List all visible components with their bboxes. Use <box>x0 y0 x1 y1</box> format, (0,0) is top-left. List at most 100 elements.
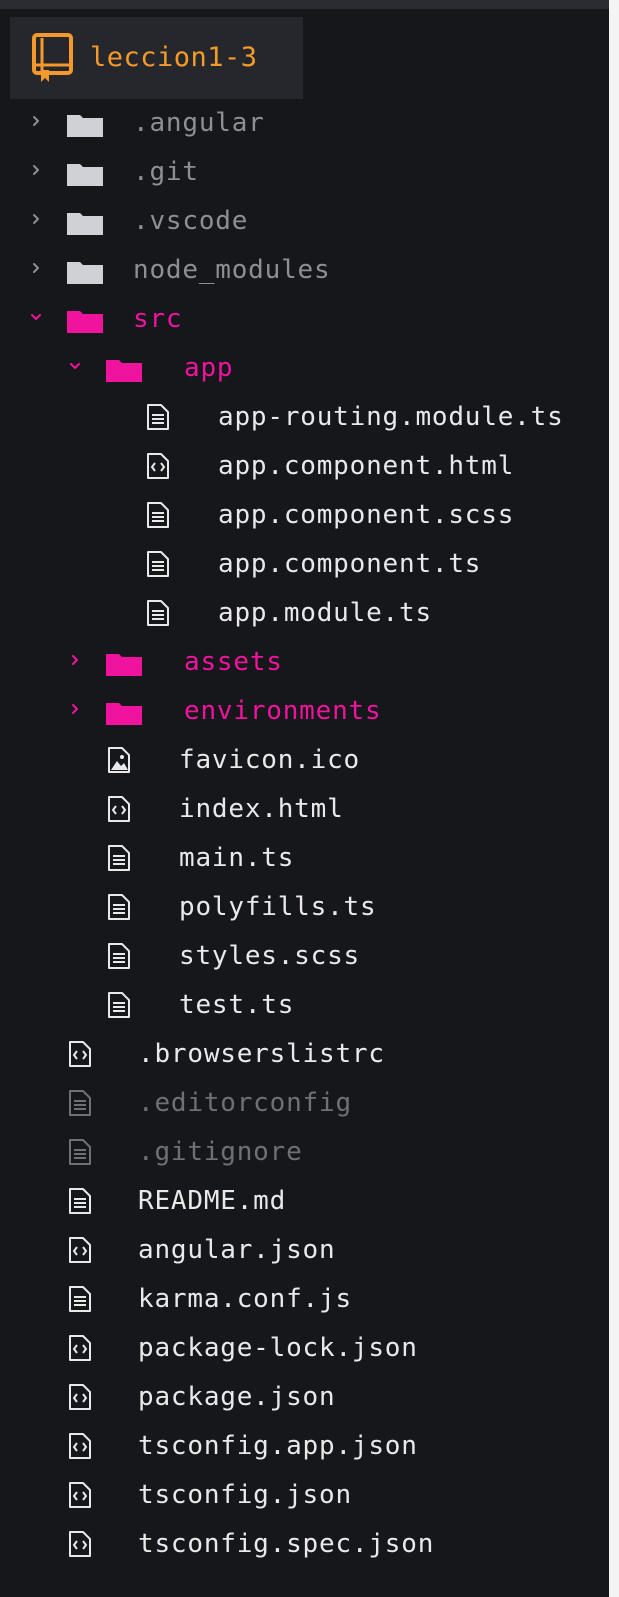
file-row[interactable]: karma.conf.js <box>0 1275 609 1324</box>
panel-top-border <box>0 0 609 9</box>
text-file-icon <box>69 1139 91 1165</box>
file-label: test.ts <box>179 990 295 1020</box>
file-label: .browserslistrc <box>138 1039 385 1069</box>
text-file-icon <box>69 1090 91 1116</box>
code-file-icon <box>69 1041 91 1067</box>
file-label: app.component.html <box>218 451 515 481</box>
folder-row[interactable]: environments <box>0 687 609 736</box>
text-file-icon <box>108 845 130 871</box>
folder-label: app <box>184 353 234 383</box>
file-row[interactable]: tsconfig.json <box>0 1471 609 1520</box>
chevron-right-icon[interactable] <box>30 213 42 225</box>
code-file-icon <box>69 1237 91 1263</box>
folder-label: src <box>133 304 183 334</box>
code-file-icon <box>69 1384 91 1410</box>
text-file-icon <box>108 943 130 969</box>
project-name: leccion1-3 <box>90 42 258 73</box>
file-label: styles.scss <box>179 941 360 971</box>
file-label: app.component.ts <box>218 549 482 579</box>
folder-icon <box>67 213 103 235</box>
code-file-icon <box>69 1433 91 1459</box>
file-row[interactable]: app.module.ts <box>0 589 609 638</box>
chevron-right-icon[interactable] <box>30 115 42 127</box>
file-label: app.component.scss <box>218 500 515 530</box>
folder-row[interactable]: node_modules <box>0 246 609 295</box>
file-label: .editorconfig <box>138 1088 352 1118</box>
file-label: angular.json <box>138 1235 336 1265</box>
file-label: app-routing.module.ts <box>218 402 564 432</box>
code-file-icon <box>69 1335 91 1361</box>
folder-row[interactable]: src <box>0 295 609 344</box>
file-row[interactable]: package.json <box>0 1373 609 1422</box>
file-row[interactable]: app.component.scss <box>0 491 609 540</box>
file-row[interactable]: main.ts <box>0 834 609 883</box>
text-file-icon <box>69 1286 91 1312</box>
file-label: package-lock.json <box>138 1333 418 1363</box>
file-row[interactable]: README.md <box>0 1177 609 1226</box>
file-label: main.ts <box>179 843 295 873</box>
file-label: karma.conf.js <box>138 1284 352 1314</box>
folder-row[interactable]: .vscode <box>0 197 609 246</box>
file-label: index.html <box>179 794 344 824</box>
file-row[interactable]: app.component.html <box>0 442 609 491</box>
file-label: favicon.ico <box>179 745 360 775</box>
file-row[interactable]: .editorconfig <box>0 1079 609 1128</box>
file-row[interactable]: .gitignore <box>0 1128 609 1177</box>
folder-row[interactable]: app <box>0 344 609 393</box>
file-row[interactable]: tsconfig.spec.json <box>0 1520 609 1569</box>
file-row[interactable]: index.html <box>0 785 609 834</box>
file-row[interactable]: .browserslistrc <box>0 1030 609 1079</box>
chevron-right-icon[interactable] <box>69 703 81 715</box>
file-row[interactable]: app-routing.module.ts <box>0 393 609 442</box>
folder-row[interactable]: assets <box>0 638 609 687</box>
folder-label: .git <box>133 157 199 187</box>
file-label: .gitignore <box>138 1137 303 1167</box>
file-label: app.module.ts <box>218 598 432 628</box>
project-root-header[interactable]: leccion1-3 <box>10 17 303 99</box>
file-label: polyfills.ts <box>179 892 377 922</box>
code-file-icon <box>69 1531 91 1557</box>
chevron-down-icon[interactable] <box>69 360 81 372</box>
file-label: tsconfig.json <box>138 1480 352 1510</box>
chevron-right-icon[interactable] <box>69 654 81 666</box>
file-row[interactable]: favicon.ico <box>0 736 609 785</box>
file-label: README.md <box>138 1186 287 1216</box>
folder-icon <box>67 262 103 284</box>
repo-book-icon <box>32 33 73 82</box>
file-row[interactable]: angular.json <box>0 1226 609 1275</box>
file-row[interactable]: package-lock.json <box>0 1324 609 1373</box>
chevron-right-icon[interactable] <box>30 164 42 176</box>
file-row[interactable]: polyfills.ts <box>0 883 609 932</box>
file-label: package.json <box>138 1382 336 1412</box>
file-label: tsconfig.app.json <box>138 1431 418 1461</box>
file-row[interactable]: tsconfig.app.json <box>0 1422 609 1471</box>
file-row[interactable]: test.ts <box>0 981 609 1030</box>
folder-icon <box>67 164 103 186</box>
text-file-icon <box>147 404 169 430</box>
text-file-icon <box>108 894 130 920</box>
chevron-down-icon[interactable] <box>30 311 42 323</box>
folder-label: .angular <box>133 108 265 138</box>
folder-label: assets <box>184 647 283 677</box>
folder-icon <box>67 311 103 333</box>
code-file-icon <box>147 453 169 479</box>
text-file-icon <box>108 992 130 1018</box>
text-file-icon <box>147 551 169 577</box>
window-edge <box>609 0 619 1597</box>
code-file-icon <box>108 796 130 822</box>
folder-row[interactable]: .git <box>0 148 609 197</box>
file-explorer-panel: leccion1-3 .angular .git .vscode node_modul… <box>0 0 609 1597</box>
folder-label: environments <box>184 696 382 726</box>
folder-icon <box>67 115 103 137</box>
folder-row[interactable]: .angular <box>0 99 609 148</box>
file-row[interactable]: styles.scss <box>0 932 609 981</box>
folder-label: .vscode <box>133 206 249 236</box>
chevron-right-icon[interactable] <box>30 262 42 274</box>
folder-icon <box>106 703 142 725</box>
text-file-icon <box>147 600 169 626</box>
text-file-icon <box>69 1188 91 1214</box>
folder-icon <box>106 654 142 676</box>
file-row[interactable]: app.component.ts <box>0 540 609 589</box>
text-file-icon <box>147 502 169 528</box>
code-file-icon <box>69 1482 91 1508</box>
